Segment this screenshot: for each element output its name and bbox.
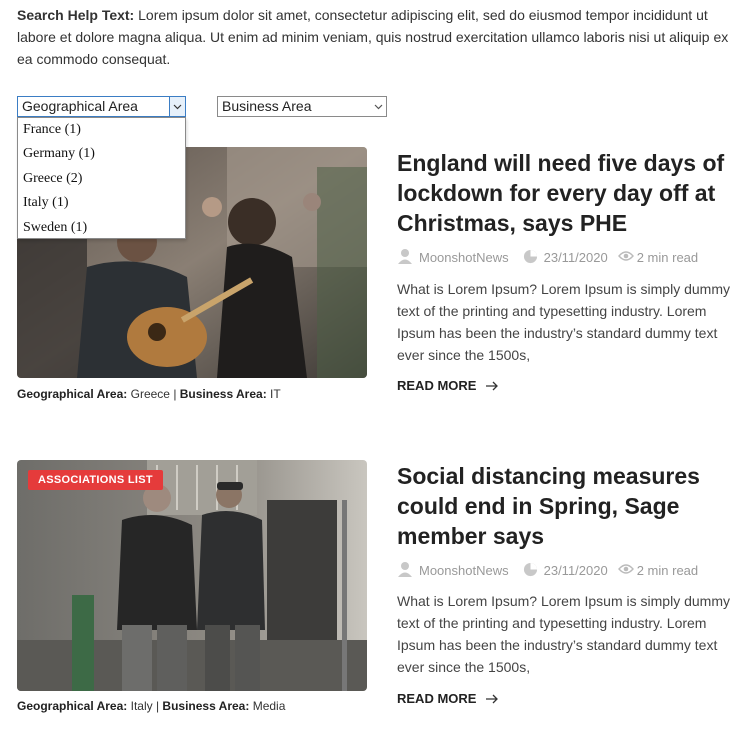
geo-label: Geographical Area:	[17, 699, 128, 713]
geo-value[interactable]: Italy	[131, 699, 153, 713]
post-date: 23/11/2020	[543, 250, 608, 265]
user-icon	[397, 561, 413, 580]
post-meta: MoonshotNews 23/11/2020 2 min read	[397, 561, 698, 580]
biz-value[interactable]: IT	[270, 387, 281, 401]
clock-icon	[523, 562, 538, 580]
post-author[interactable]: MoonshotNews	[419, 250, 509, 265]
business-area-select[interactable]: Business Area	[217, 96, 387, 117]
post-author[interactable]: MoonshotNews	[419, 563, 509, 578]
post-title[interactable]: England will need five days of lockdown …	[397, 148, 737, 238]
arrow-right-icon	[486, 694, 499, 703]
geo-option-greece[interactable]: Greece (2)	[18, 167, 185, 191]
geographical-area-dropdown: France (1) Germany (1) Greece (2) Italy …	[17, 117, 186, 239]
biz-select-value: Business Area	[222, 98, 312, 114]
post-excerpt: What is Lorem Ipsum? Lorem Ipsum is simp…	[397, 281, 730, 363]
read-time: 2 min read	[636, 250, 699, 265]
geo-select-value: Geographical Area	[22, 98, 138, 114]
post-title[interactable]: Social distancing measures could end in …	[397, 461, 737, 551]
read-more-link[interactable]: READ MORE	[397, 378, 499, 393]
post-taxonomy: Geographical Area: Italy | Business Area…	[17, 699, 286, 713]
post-image[interactable]: ASSOCIATIONS LIST	[17, 460, 367, 691]
category-badge[interactable]: ASSOCIATIONS LIST	[28, 470, 163, 490]
masked-people-photo	[17, 460, 367, 691]
help-label: Search Help Text:	[17, 7, 135, 23]
post-taxonomy: Geographical Area: Greece | Business Are…	[17, 387, 281, 401]
eye-icon	[617, 563, 634, 578]
search-help-text: Search Help Text: Lorem ipsum dolor sit …	[17, 4, 737, 70]
chevron-down-icon	[169, 97, 185, 116]
chevron-down-icon	[370, 97, 386, 116]
read-more-link[interactable]: READ MORE	[397, 691, 499, 706]
geo-option-sweden[interactable]: Sweden (1)	[18, 216, 185, 240]
geo-option-italy[interactable]: Italy (1)	[18, 191, 185, 215]
clock-icon	[523, 249, 538, 267]
post-excerpt: What is Lorem Ipsum? Lorem Ipsum is simp…	[397, 593, 730, 675]
read-more-label: READ MORE	[397, 691, 477, 706]
geo-option-france[interactable]: France (1)	[18, 118, 185, 142]
geo-option-germany[interactable]: Germany (1)	[18, 142, 185, 166]
geo-value[interactable]: Greece	[131, 387, 170, 401]
geographical-area-select[interactable]: Geographical Area	[17, 96, 186, 117]
geo-label: Geographical Area:	[17, 387, 128, 401]
biz-value[interactable]: Media	[253, 699, 286, 713]
biz-label: Business Area:	[179, 387, 267, 401]
biz-label: Business Area:	[162, 699, 250, 713]
user-icon	[397, 248, 413, 267]
eye-icon	[617, 250, 634, 265]
post-meta: MoonshotNews 23/11/2020 2 min read	[397, 248, 698, 267]
read-time: 2 min read	[636, 563, 699, 578]
arrow-right-icon	[486, 381, 499, 390]
post-date: 23/11/2020	[543, 563, 608, 578]
read-more-label: READ MORE	[397, 378, 477, 393]
